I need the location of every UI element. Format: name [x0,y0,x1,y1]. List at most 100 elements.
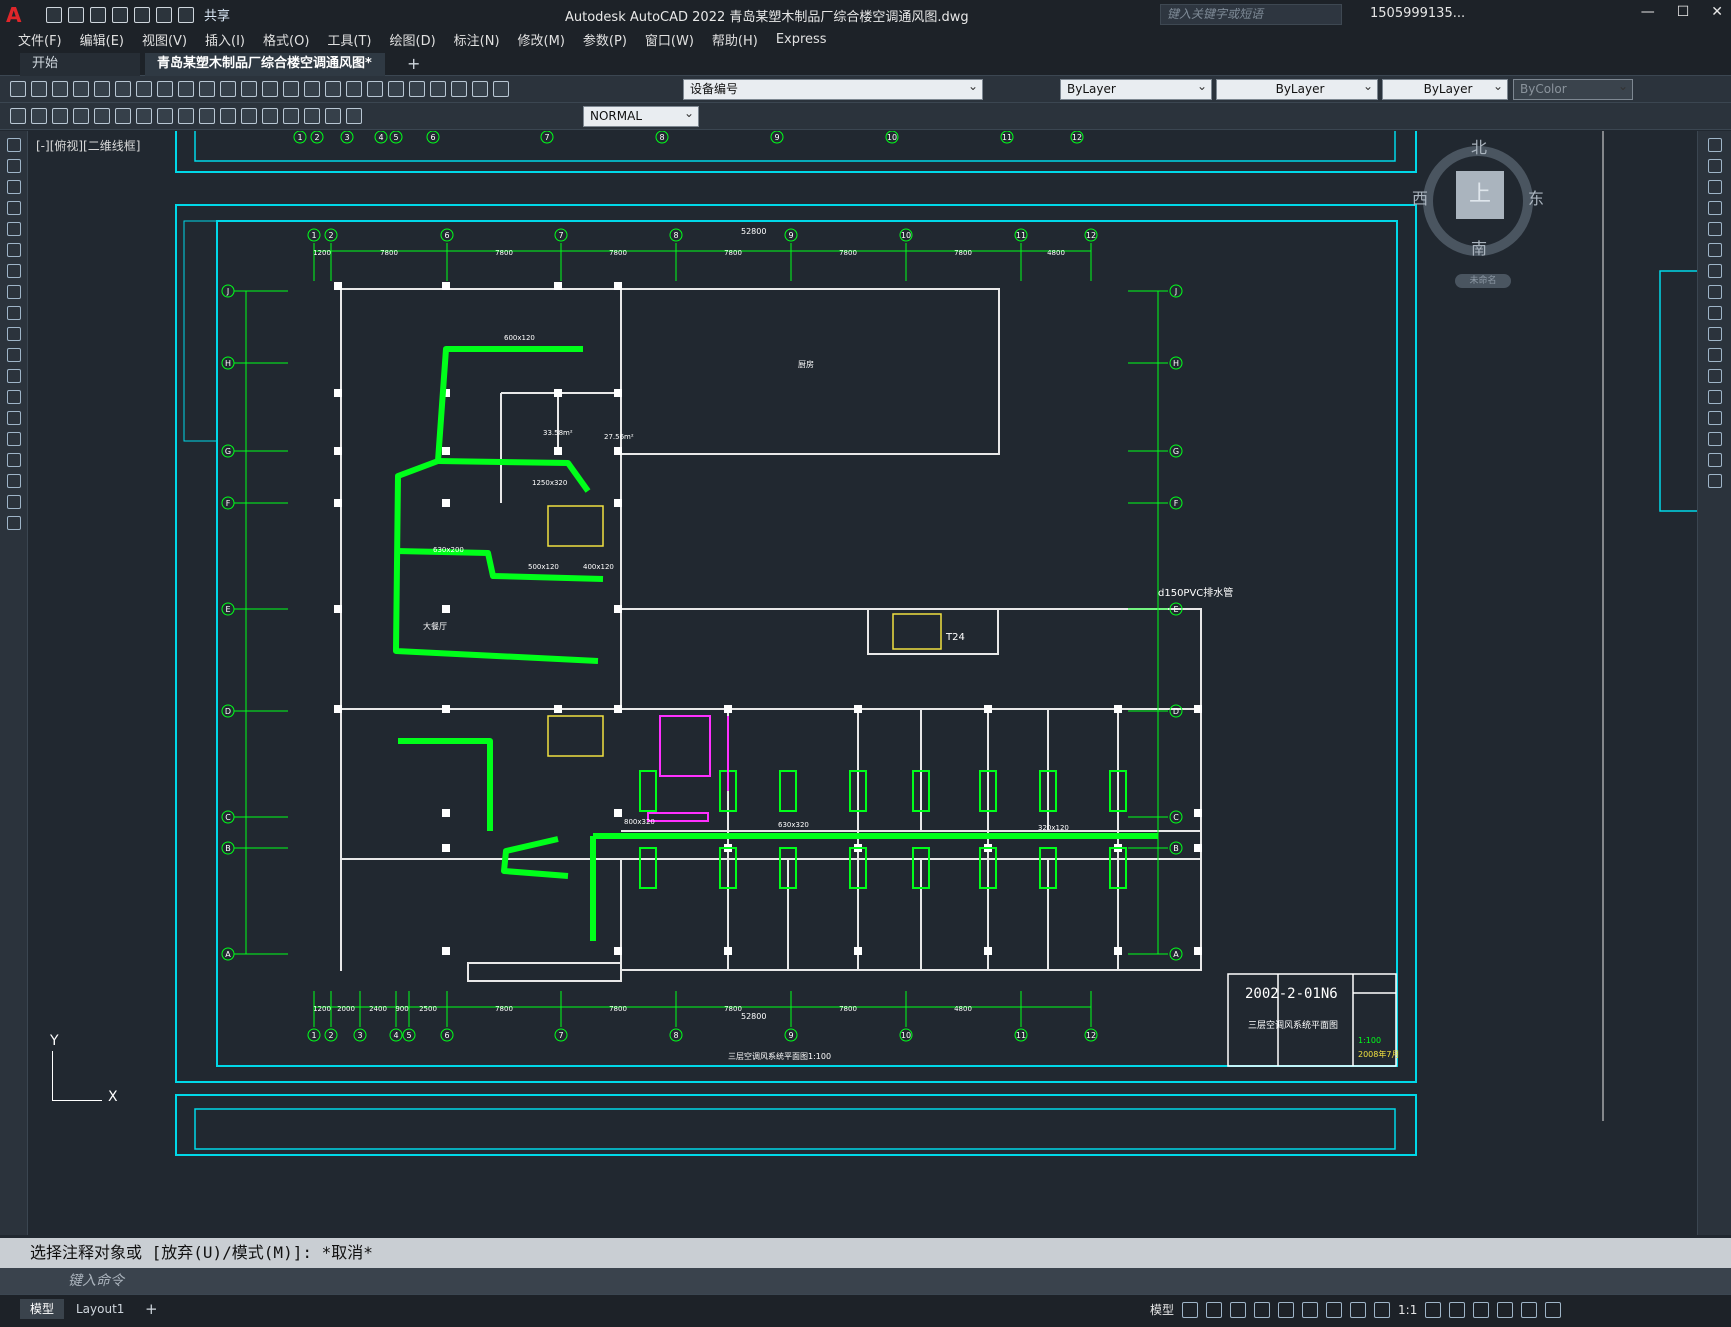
make-block-icon[interactable] [6,390,21,404]
open-file-icon[interactable] [68,6,84,23]
grid-icon[interactable] [1182,1301,1199,1318]
scale-icon[interactable] [1707,285,1722,299]
zoom-window-icon[interactable] [304,81,320,97]
extend-icon[interactable] [1707,348,1722,362]
mirror-icon[interactable] [1707,180,1722,194]
quick-dim-icon[interactable] [157,108,173,124]
mtext-icon[interactable] [6,516,21,530]
tab-start[interactable]: 开始 [20,53,140,76]
ordinate-dim-icon[interactable] [73,108,89,124]
copy-object-icon[interactable] [1707,159,1722,173]
menu-modify[interactable]: 修改(M) [518,30,565,49]
rectangle-icon[interactable] [6,222,21,236]
model-space-button[interactable]: 模型 [1150,1301,1174,1318]
region-icon[interactable] [6,474,21,488]
jog-icon[interactable] [283,108,299,124]
ellipse-icon[interactable] [6,327,21,341]
aligned-dim-icon[interactable] [31,108,47,124]
search-input[interactable]: 键入关键字或短语 [1160,4,1342,25]
publish-icon[interactable] [115,81,131,97]
table-icon[interactable] [6,495,21,509]
blend-icon[interactable] [1707,453,1722,467]
plotstyle-dropdown[interactable]: ByColor [1513,77,1633,100]
print-icon[interactable] [73,81,89,97]
copy-icon[interactable] [157,81,173,97]
circle-icon[interactable] [6,264,21,278]
hardware-accel-icon[interactable] [1497,1301,1514,1318]
dim-edit-icon[interactable] [304,108,320,124]
plot-icon[interactable] [134,6,150,23]
tab-model[interactable]: 模型 [20,1299,65,1319]
linetype-dropdown[interactable]: ByLayer [1216,77,1378,100]
minimize-icon[interactable]: — [1641,4,1655,20]
menu-insert[interactable]: 插入(I) [205,30,245,49]
save-as-icon[interactable] [112,6,128,23]
menu-format[interactable]: 格式(O) [263,30,309,49]
explode-icon[interactable] [1707,474,1722,488]
workspace-gear-icon[interactable] [1425,1301,1442,1318]
hatch-icon[interactable] [6,432,21,446]
maximize-icon[interactable]: ☐ [1677,4,1690,20]
continue-dim-icon[interactable] [199,108,215,124]
menu-tools[interactable]: 工具(T) [327,30,371,49]
save-toolbar-icon[interactable] [52,81,68,97]
layer-manager-icon[interactable] [493,81,509,97]
chamfer-icon[interactable] [1707,411,1722,425]
tool-palette-icon[interactable] [388,81,404,97]
menu-file[interactable]: 文件(F) [18,30,62,49]
customize-icon[interactable] [1545,1301,1562,1318]
save-icon[interactable] [90,6,106,23]
move-icon[interactable] [1707,243,1722,257]
rotate-icon[interactable] [1707,264,1722,278]
design-center-icon[interactable] [367,81,383,97]
viewcube-north[interactable]: 北 [1471,134,1487,158]
viewcube-west[interactable]: 西 [1412,185,1428,209]
tab-layout1[interactable]: Layout1 [66,1299,134,1319]
color-dropdown[interactable]: ByLayer [1060,77,1212,100]
new-file-icon[interactable] [46,6,62,23]
user-account[interactable]: 1505999135... [1370,6,1465,21]
polar-icon[interactable] [1254,1301,1271,1318]
dim-text-edit-icon[interactable] [325,108,341,124]
viewcube-top-face[interactable]: 上 [1456,171,1504,219]
autocad-logo-icon[interactable]: A [6,4,28,26]
osnap-icon[interactable] [1302,1301,1319,1318]
drawing-canvas[interactable]: [-][俯视][二维线框] 123456789101112 [28,131,1697,1235]
zoom-icon[interactable] [283,81,299,97]
preview-icon[interactable] [94,81,110,97]
menu-view[interactable]: 视图(V) [142,30,187,49]
isolate-icon[interactable] [1473,1301,1490,1318]
tab-drawing[interactable]: 青岛某塑木制品厂综合楼空调通风图* × [145,53,385,93]
offset-icon[interactable] [1707,201,1722,215]
arc-icon[interactable] [6,243,21,257]
share-button[interactable]: 共享 [204,5,230,24]
insert-block-icon[interactable] [6,369,21,383]
arc-dim-icon[interactable] [52,108,68,124]
undo-icon[interactable] [156,6,172,23]
help-icon[interactable] [472,81,488,97]
line-icon[interactable] [6,138,21,152]
break-icon[interactable] [1707,369,1722,383]
close-icon[interactable]: ✕ [1711,4,1723,20]
undo-toolbar-icon[interactable] [220,81,236,97]
lineweight-icon[interactable] [1326,1301,1343,1318]
zoom-previous-icon[interactable] [325,81,341,97]
menu-edit[interactable]: 编辑(E) [80,30,124,49]
polyline-icon[interactable] [6,180,21,194]
annotation-visibility-icon[interactable] [1374,1301,1391,1318]
match-icon[interactable] [199,81,215,97]
isometric-icon[interactable] [1278,1301,1295,1318]
menu-express[interactable]: Express [776,32,827,47]
sheet-set-icon[interactable] [409,81,425,97]
menu-parametric[interactable]: 参数(P) [583,30,627,49]
fullscreen-icon[interactable] [1521,1301,1538,1318]
viewcube-east[interactable]: 东 [1528,185,1544,209]
annotation-scale[interactable]: 1:1 [1398,1303,1417,1317]
properties-icon[interactable] [346,81,362,97]
cut-icon[interactable] [136,81,152,97]
inspect-icon[interactable] [262,108,278,124]
new-tab-button[interactable]: + [395,53,432,76]
point-icon[interactable] [6,411,21,425]
open-icon[interactable] [31,81,47,97]
gradient-icon[interactable] [6,453,21,467]
